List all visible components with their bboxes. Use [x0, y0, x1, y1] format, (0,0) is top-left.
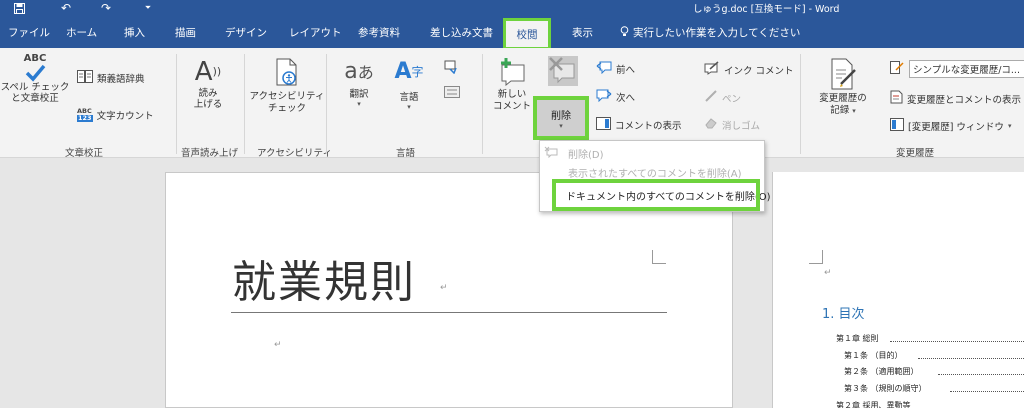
- display-for-review-icon: [890, 60, 905, 78]
- reviewing-pane-icon: [890, 118, 904, 134]
- group-separator: [800, 54, 801, 154]
- tab-review[interactable]: 校閲: [503, 18, 551, 50]
- tab-draw[interactable]: 描画: [175, 25, 196, 40]
- display-for-review-dropdown[interactable]: シンプルな変更履歴/コ...: [890, 60, 1024, 78]
- group-separator: [244, 54, 245, 154]
- tab-view[interactable]: 表示: [572, 25, 593, 40]
- pen-button[interactable]: ペン: [704, 89, 741, 106]
- language-icon: A字: [394, 59, 424, 84]
- tab-mailings[interactable]: 差し込み文書: [430, 25, 493, 40]
- track-changes-button[interactable]: 変更履歴の 記録 ▾: [810, 58, 876, 116]
- lightbulb-icon: [620, 25, 629, 40]
- margin-corner-mark: [652, 250, 666, 264]
- window-title: しゅうg.doc [互換モード] - Word: [693, 4, 840, 15]
- chevron-down-icon: ▾: [1007, 122, 1012, 130]
- show-markup-button[interactable]: 変更履歴とコメントの表示: [890, 90, 1021, 107]
- next-comment-icon: [596, 89, 612, 105]
- thesaurus-button[interactable]: 類義語辞典: [77, 70, 145, 86]
- save-icon[interactable]: [12, 0, 26, 16]
- accessibility-check-icon: [274, 58, 300, 91]
- title-underline: [231, 312, 667, 313]
- previous-comment-icon: [596, 61, 612, 77]
- eraser-button[interactable]: 消しゴム: [704, 117, 760, 132]
- toc-leader: [890, 341, 1024, 342]
- title-bar: ↶ ↷ ⏷ しゅうg.doc [互換モード] - Word: [0, 0, 1024, 16]
- toc-leader: [950, 391, 1024, 392]
- toc-leader: [938, 374, 1024, 375]
- menu-item-delete-shown-comments[interactable]: 表示されたすべてのコメントを削除(A): [568, 165, 742, 180]
- tab-layout[interactable]: レイアウト: [289, 25, 342, 40]
- ink-comment-icon: [704, 61, 720, 78]
- highlight-box: [552, 179, 760, 211]
- tell-me-box[interactable]: 実行したい作業を入力してください: [620, 25, 800, 40]
- new-comment-button[interactable]: 新しい コメント: [490, 56, 534, 112]
- ink-comment-button[interactable]: インク コメント: [704, 61, 794, 78]
- tab-home[interactable]: ホーム: [66, 25, 97, 40]
- tab-insert[interactable]: 挿入: [124, 25, 145, 40]
- toc-row[interactable]: 第２条 （適用範囲）: [844, 366, 919, 377]
- group-separator: [176, 54, 177, 154]
- group-label-proofing: 文章校正: [65, 148, 104, 159]
- word-count-icon: ABC 123: [77, 107, 93, 122]
- delete-comment-icon: [546, 54, 580, 91]
- ribbon-tabs: ファイル ホーム 挿入 描画 デザイン レイアウト 参考資料 差し込み文書 校閲…: [0, 16, 1024, 50]
- show-comments-button[interactable]: コメントの表示: [596, 117, 682, 133]
- paragraph-mark: ↵: [440, 283, 448, 293]
- chevron-down-icon: ▾: [852, 106, 856, 115]
- undo-icon[interactable]: ↶: [58, 0, 74, 16]
- spelling-check-icon: ABC: [24, 54, 46, 82]
- ime-option-button[interactable]: [444, 86, 460, 101]
- toc-heading: 1. 目次: [822, 307, 865, 322]
- group-label-language: 言語: [396, 148, 416, 159]
- read-aloud-button[interactable]: A)) 読み 上げる: [185, 56, 231, 111]
- chevron-down-icon: ▾: [357, 100, 361, 109]
- thesaurus-icon: [77, 70, 93, 86]
- menu-item-delete[interactable]: 削除(D): [568, 146, 604, 161]
- delete-comment-icon-area[interactable]: [541, 54, 585, 91]
- previous-comment-button[interactable]: 前へ: [596, 61, 635, 77]
- document-title: 就業規則: [232, 257, 416, 308]
- read-aloud-icon: A)): [194, 57, 222, 87]
- reviewing-pane-button[interactable]: [変更履歴] ウィンドウ ▾: [890, 118, 1011, 134]
- paragraph-mark: ↵: [274, 340, 282, 350]
- tell-me-label: 実行したい作業を入力してください: [633, 27, 801, 39]
- language-button[interactable]: A字 言語 ▾: [388, 56, 430, 112]
- chevron-down-icon: ▾: [407, 103, 411, 112]
- group-label-accessibility: アクセシビリティ: [257, 148, 332, 159]
- language-option-button[interactable]: [444, 60, 458, 77]
- margin-corner-mark: [809, 250, 823, 264]
- toc-row[interactable]: 第２章 採用、異動等: [836, 400, 911, 408]
- show-markup-icon: [890, 90, 903, 107]
- redo-icon[interactable]: ↷: [98, 0, 114, 16]
- eraser-icon: [704, 117, 718, 132]
- group-separator: [482, 54, 483, 154]
- show-comments-icon: [596, 117, 611, 133]
- toc-row[interactable]: 第１条 （目的）: [844, 350, 903, 361]
- translate-button[interactable]: aあ 翻訳 ▾: [338, 56, 380, 109]
- toc-row[interactable]: 第３条 （規則の順守）: [844, 383, 927, 394]
- customize-qat-icon[interactable]: ⏷: [143, 0, 153, 16]
- toc-leader: [918, 358, 1024, 359]
- group-label-speech: 音声読み上げ: [181, 148, 239, 159]
- toc-row[interactable]: 第１章 総則: [836, 333, 879, 344]
- ime-icon: [444, 86, 460, 101]
- chevron-down-icon: ▾: [559, 121, 563, 130]
- group-separator: [326, 54, 327, 154]
- delete-comment-small-icon: [544, 146, 558, 161]
- word-count-button[interactable]: ABC 123 文字カウント: [77, 108, 154, 122]
- track-changes-icon: [829, 58, 857, 93]
- language-option-icon: [444, 60, 458, 77]
- translate-icon: aあ: [344, 59, 374, 84]
- group-label-tracking: 変更履歴: [896, 148, 935, 159]
- next-comment-button[interactable]: 次へ: [596, 89, 635, 105]
- paragraph-mark: ↵: [824, 268, 832, 278]
- tab-file[interactable]: ファイル: [8, 25, 50, 40]
- tab-design[interactable]: デザイン: [225, 25, 267, 40]
- accessibility-check-button[interactable]: アクセシビリティ チェック: [250, 58, 324, 114]
- spelling-grammar-button[interactable]: ABC スペル チェック と文章校正: [1, 54, 70, 105]
- tab-references[interactable]: 参考資料: [358, 25, 400, 40]
- new-comment-icon: [497, 56, 527, 89]
- delete-comment-button[interactable]: 削除 ▾: [533, 96, 589, 140]
- pen-icon: [704, 89, 718, 106]
